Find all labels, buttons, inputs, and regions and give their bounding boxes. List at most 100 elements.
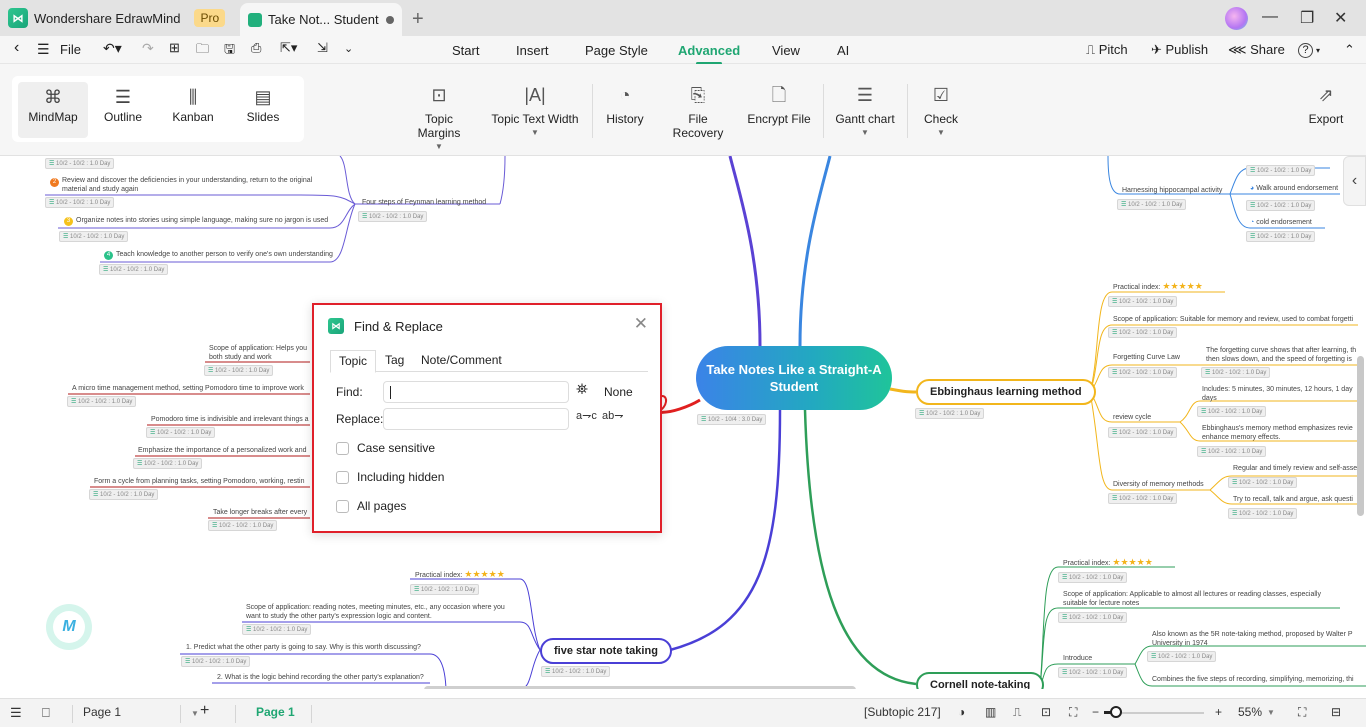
mindmap-canvas[interactable]: 10/2 - 10/2 : 1.0 Day 2 Review and disco… <box>0 156 1366 689</box>
unsaved-dot-icon[interactable] <box>386 15 394 24</box>
view-kanban-button[interactable]: ⫼ Kanban <box>158 82 228 138</box>
print-icon[interactable]: ⎙ <box>251 40 261 56</box>
tab-advanced[interactable]: Advanced <box>678 43 740 58</box>
topic-text[interactable]: material and study again <box>62 185 138 194</box>
close-window-button[interactable]: ✕ <box>1334 8 1347 28</box>
map-view-icon[interactable]: ▥ <box>985 705 996 719</box>
topic-text[interactable]: Try to recall, talk and argue, ask quest… <box>1233 495 1353 504</box>
main-topic-cornell[interactable]: Cornell note-taking <box>916 672 1045 689</box>
find-input[interactable] <box>383 381 569 403</box>
redo-icon[interactable]: ↷ <box>142 40 154 57</box>
close-dialog-button[interactable]: ✕ <box>634 314 648 334</box>
topic-text[interactable]: Scope of application: Helps you <box>209 344 307 353</box>
topic-text[interactable]: Harnessing hippocampal activity <box>1122 186 1222 195</box>
tab-tag[interactable]: Tag <box>385 353 404 367</box>
topic-text[interactable]: Organize notes into stories using simple… <box>76 216 328 225</box>
replace-input[interactable] <box>383 408 569 430</box>
encrypt-file-button[interactable]: 🗋 Encrypt File <box>746 84 812 126</box>
vertical-scrollbar[interactable] <box>1357 356 1364 516</box>
central-topic[interactable]: Take Notes Like a Straight-A Student <box>696 346 892 410</box>
topic-text[interactable]: ◔ cold endorsement <box>1250 218 1312 227</box>
topic-text[interactable]: Forgetting Curve Law <box>1113 353 1180 362</box>
topic-text[interactable]: then slows down, and the speed of forget… <box>1206 355 1352 364</box>
zoom-in-button[interactable]: + <box>1215 705 1222 719</box>
user-avatar[interactable] <box>1225 7 1248 30</box>
including-hidden-checkbox[interactable]: Including hidden <box>336 470 444 484</box>
document-tab[interactable]: Take Not... Student <box>240 3 402 36</box>
restore-button[interactable]: ❐ <box>1300 8 1314 28</box>
topic-margins-button[interactable]: ⊡ Topic Margins ▼ <box>402 84 476 151</box>
view-slides-button[interactable]: ▤ Slides <box>228 82 298 138</box>
replace-icon[interactable]: a⇁c <box>576 409 597 422</box>
topic-text[interactable]: Take longer breaks after every <box>213 508 307 517</box>
fit-width-icon[interactable]: ⊟ <box>1331 705 1341 719</box>
topic-text[interactable]: Combines the five steps of recording, si… <box>1152 675 1354 684</box>
binoculars-icon[interactable]: ⛯ <box>576 381 588 398</box>
topic-text[interactable]: Form a cycle from planning tasks, settin… <box>94 477 304 486</box>
topic-text[interactable]: University in 1974 <box>1152 639 1208 648</box>
check-button[interactable]: ☑ Check ▼ <box>920 84 962 137</box>
replace-all-icon[interactable]: ab⇁ <box>602 409 623 422</box>
minimize-button[interactable]: — <box>1262 8 1278 26</box>
ai-assistant-button[interactable]: M <box>46 604 92 650</box>
presentation-icon[interactable]: ⎍ <box>1013 705 1021 720</box>
topic-text[interactable]: Introduce <box>1063 654 1092 663</box>
tab-insert[interactable]: Insert <box>516 43 549 58</box>
topic-text[interactable]: want to study the other party's expressi… <box>246 612 432 621</box>
fit-screen-icon[interactable]: ⛶ <box>1069 705 1077 720</box>
topic-text[interactable]: enhance memory effects. <box>1202 433 1280 442</box>
topic-text[interactable]: Scope of application: reading notes, mee… <box>246 603 505 612</box>
fullscreen-icon[interactable]: ⛶ <box>1298 705 1306 720</box>
view-mindmap-button[interactable]: ⌘ MindMap <box>18 82 88 138</box>
collapse-ribbon-button[interactable]: ⌃ <box>1344 42 1355 58</box>
open-folder-icon[interactable]: 🗀 <box>196 40 209 62</box>
topic-text[interactable]: Four steps of Feynman learning method <box>362 198 486 207</box>
save-icon[interactable]: 🖫 <box>224 40 235 62</box>
topic-text[interactable]: Also known as the 5R note-taking method,… <box>1152 630 1353 639</box>
topic-text[interactable]: 2. What is the logic behind recording th… <box>217 673 424 682</box>
topic-text[interactable]: Scope of application: Applicable to almo… <box>1063 590 1321 599</box>
outline-navigator-icon[interactable]: ☰ <box>10 705 22 721</box>
checkbox[interactable] <box>336 499 349 513</box>
undo-icon[interactable]: ↶▾ <box>103 40 122 57</box>
topic-text[interactable]: Diversity of memory methods <box>1113 480 1204 489</box>
topic-text[interactable]: Pomodoro time is indivisible and irrelev… <box>151 415 309 424</box>
horizontal-scrollbar[interactable] <box>424 686 856 689</box>
topic-text[interactable]: Includes: 5 minutes, 30 minutes, 12 hour… <box>1202 385 1353 394</box>
help-icon[interactable]: ? <box>1298 43 1313 58</box>
history-button[interactable]: ◔ History <box>604 84 646 126</box>
theme-icon[interactable]: ◑ <box>958 705 965 719</box>
zoom-dropdown-icon[interactable]: ▼ <box>1267 708 1275 717</box>
main-topic-ebbinghaus[interactable]: Ebbinghaus learning method <box>916 379 1096 405</box>
app-tab[interactable]: ⋈ Wondershare EdrawMind Pro <box>8 4 226 32</box>
topic-text[interactable]: A micro time management method, setting … <box>72 384 304 393</box>
export-button[interactable]: ⇗ Export <box>1305 84 1347 126</box>
all-pages-checkbox[interactable]: All pages <box>336 499 406 513</box>
view-outline-button[interactable]: ☰ Outline <box>88 82 158 138</box>
topic-text[interactable]: review cycle <box>1113 413 1151 422</box>
topic-text-width-button[interactable]: |A| Topic Text Width ▼ <box>490 84 580 137</box>
topic-text[interactable]: both study and work <box>209 353 272 362</box>
fit-page-icon[interactable]: ⊡ <box>1041 705 1051 719</box>
zoom-out-button[interactable]: − <box>1092 705 1099 719</box>
back-button[interactable]: ‹ <box>14 39 19 57</box>
topic-text[interactable]: suitable for lecture notes <box>1063 599 1139 608</box>
case-sensitive-checkbox[interactable]: Case sensitive <box>336 441 435 455</box>
import-icon[interactable]: ⇲ <box>317 40 328 56</box>
topic-text[interactable]: ◕ Walk around endorsement <box>1250 184 1338 193</box>
topic-text[interactable]: Teach knowledge to another person to ver… <box>116 250 333 259</box>
tab-start[interactable]: Start <box>452 43 479 58</box>
checkbox[interactable] <box>336 470 349 484</box>
topic-text[interactable]: The forgetting curve shows that after le… <box>1206 346 1356 355</box>
practical-index[interactable]: Practical index: ★★★★★ <box>1063 558 1153 568</box>
topic-text[interactable]: Ebbinghaus's memory method emphasizes re… <box>1202 424 1353 433</box>
checkbox[interactable] <box>336 441 349 455</box>
topic-text[interactable]: days <box>1202 394 1217 403</box>
main-topic-five-star[interactable]: five star note taking <box>540 638 672 664</box>
tab-note-comment[interactable]: Note/Comment <box>421 353 502 367</box>
tab-ai[interactable]: AI <box>837 43 849 58</box>
file-recovery-button[interactable]: ⎘ File Recovery <box>662 84 734 140</box>
zoom-slider-handle[interactable] <box>1109 706 1122 718</box>
tab-page-style[interactable]: Page Style <box>585 43 648 58</box>
topic-text[interactable]: Regular and timely review and self-asse <box>1233 464 1357 473</box>
